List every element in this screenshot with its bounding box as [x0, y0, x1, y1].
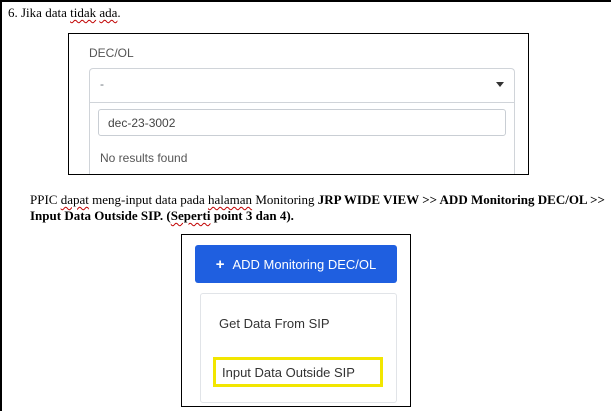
dec-ol-select-value: - [100, 77, 104, 91]
para-ppic: PPIC [30, 192, 58, 207]
plus-icon: + [215, 255, 225, 273]
para-bold-end: point 3 dan 4). [213, 208, 294, 223]
step-period: . [117, 5, 121, 20]
chevron-down-icon[interactable] [496, 82, 504, 87]
para-monitoring: Monitoring [255, 192, 315, 207]
add-monitoring-label: ADD Monitoring DEC/OL [232, 256, 377, 272]
no-results-text: No results found [100, 151, 188, 165]
step-word-tidak: tidak [70, 5, 97, 20]
para-halaman: halaman [208, 192, 253, 207]
instruction-paragraph: PPIC dapat meng-input data pada halaman … [30, 192, 608, 224]
step-word-ada: ada [99, 5, 118, 20]
dec-ol-search-input[interactable]: dec-23-3002 [98, 109, 506, 136]
menu-item-get-data-from-sip[interactable]: Get Data From SIP [219, 316, 330, 331]
para-dapat: dapat [60, 192, 89, 207]
screenshot-dec-ol-select: DEC/OL - dec-23-3002 No results found [68, 33, 529, 175]
step-number: 6. [8, 5, 18, 20]
add-monitoring-button[interactable]: + ADD Monitoring DEC/OL [195, 245, 397, 283]
dec-ol-label: DEC/OL [89, 46, 134, 60]
para-text: meng-input data pada [92, 192, 205, 207]
menu-item-input-data-outside-sip[interactable]: Input Data Outside SIP [213, 357, 383, 387]
dec-ol-select[interactable]: - [89, 68, 515, 102]
dec-ol-dropdown: dec-23-3002 No results found [89, 102, 515, 174]
para-seperti: Seperti [170, 208, 211, 223]
step-heading: 6. Jika data tidak ada. [8, 5, 121, 21]
add-monitoring-dropdown-menu: Get Data From SIP Input Data Outside SIP [200, 293, 397, 403]
screenshot-add-monitoring-menu: + ADD Monitoring DEC/OL Get Data From SI… [181, 234, 411, 407]
step-text: Jika data [21, 5, 67, 20]
